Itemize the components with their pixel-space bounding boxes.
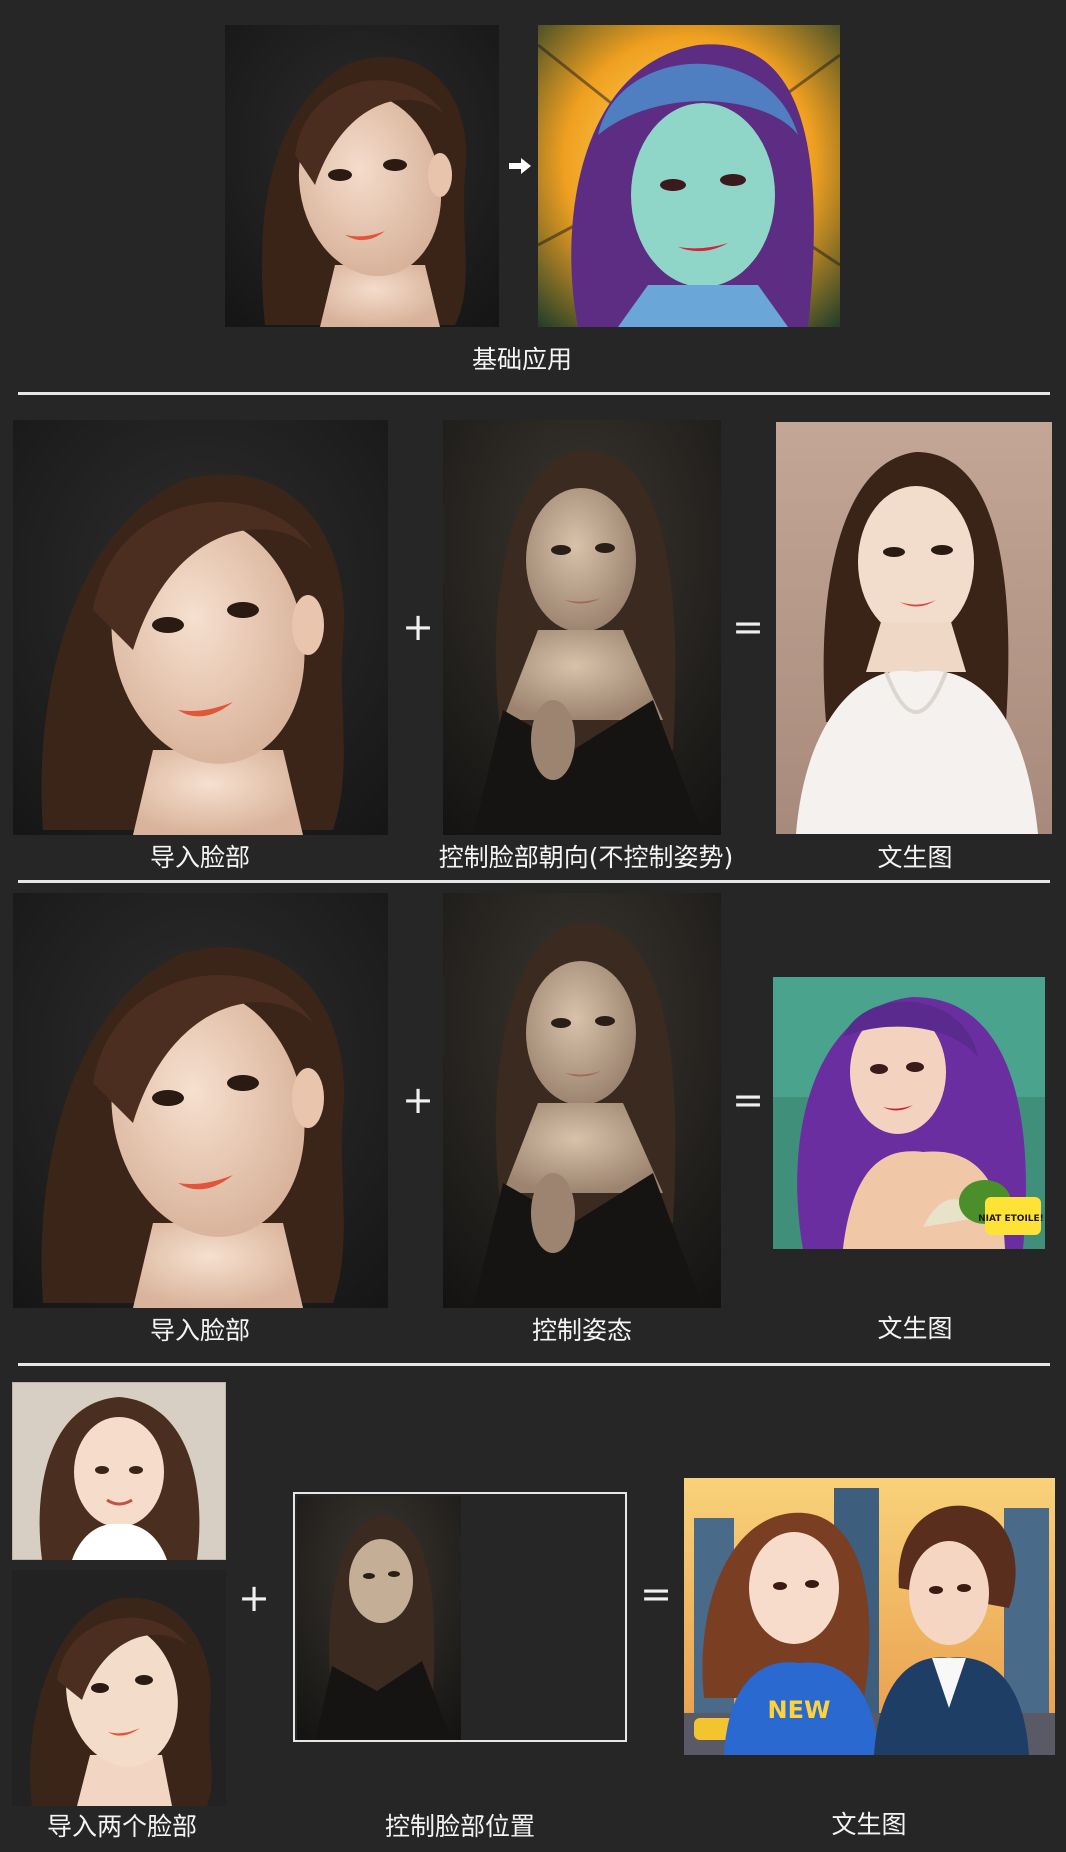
text-to-image-result-photo: NIAT ETOILE!! [773,977,1045,1249]
source-face-photo [225,25,499,327]
face-position-control-frame [293,1492,627,1742]
caption-basic-application: 基础应用 [471,345,573,374]
caption-control-face-orientation: 控制脸部朝向(不控制姿势) [438,843,734,872]
reference-orientation-photo [443,420,721,835]
caption-import-face: 导入脸部 [149,1316,251,1345]
caption-text-to-image: 文生图 [831,1810,907,1839]
source-face-photo [13,420,388,835]
section-divider [18,880,1050,883]
comic-badge-text: NIAT ETOILE!! [978,1214,1045,1224]
caption-import-face: 导入脸部 [149,843,251,872]
source-face-photo-girl [12,1382,226,1560]
source-face-photo-woman [12,1570,226,1806]
equals-operator: = [732,605,764,649]
caption-text-to-image: 文生图 [877,1314,953,1343]
stylized-result-photo [538,25,840,327]
arrow-right-icon [508,156,532,176]
section-divider [18,1363,1050,1366]
caption-text-to-image: 文生图 [877,843,953,872]
shirt-text: NEW [768,1696,831,1724]
caption-control-pose: 控制姿态 [531,1316,633,1345]
caption-control-face-position: 控制脸部位置 [384,1812,536,1841]
plus-operator: + [402,605,434,649]
reference-pose-photo [443,893,721,1308]
caption-import-two-faces: 导入两个脸部 [46,1812,198,1841]
text-to-image-result-photo [776,422,1052,834]
plus-operator: + [238,1576,270,1620]
source-face-photo [13,893,388,1308]
equals-operator: = [732,1078,764,1122]
plus-operator: + [402,1078,434,1122]
equals-operator: = [640,1572,672,1616]
section-divider [18,392,1050,395]
text-to-image-result-photo: NEW [684,1478,1055,1755]
